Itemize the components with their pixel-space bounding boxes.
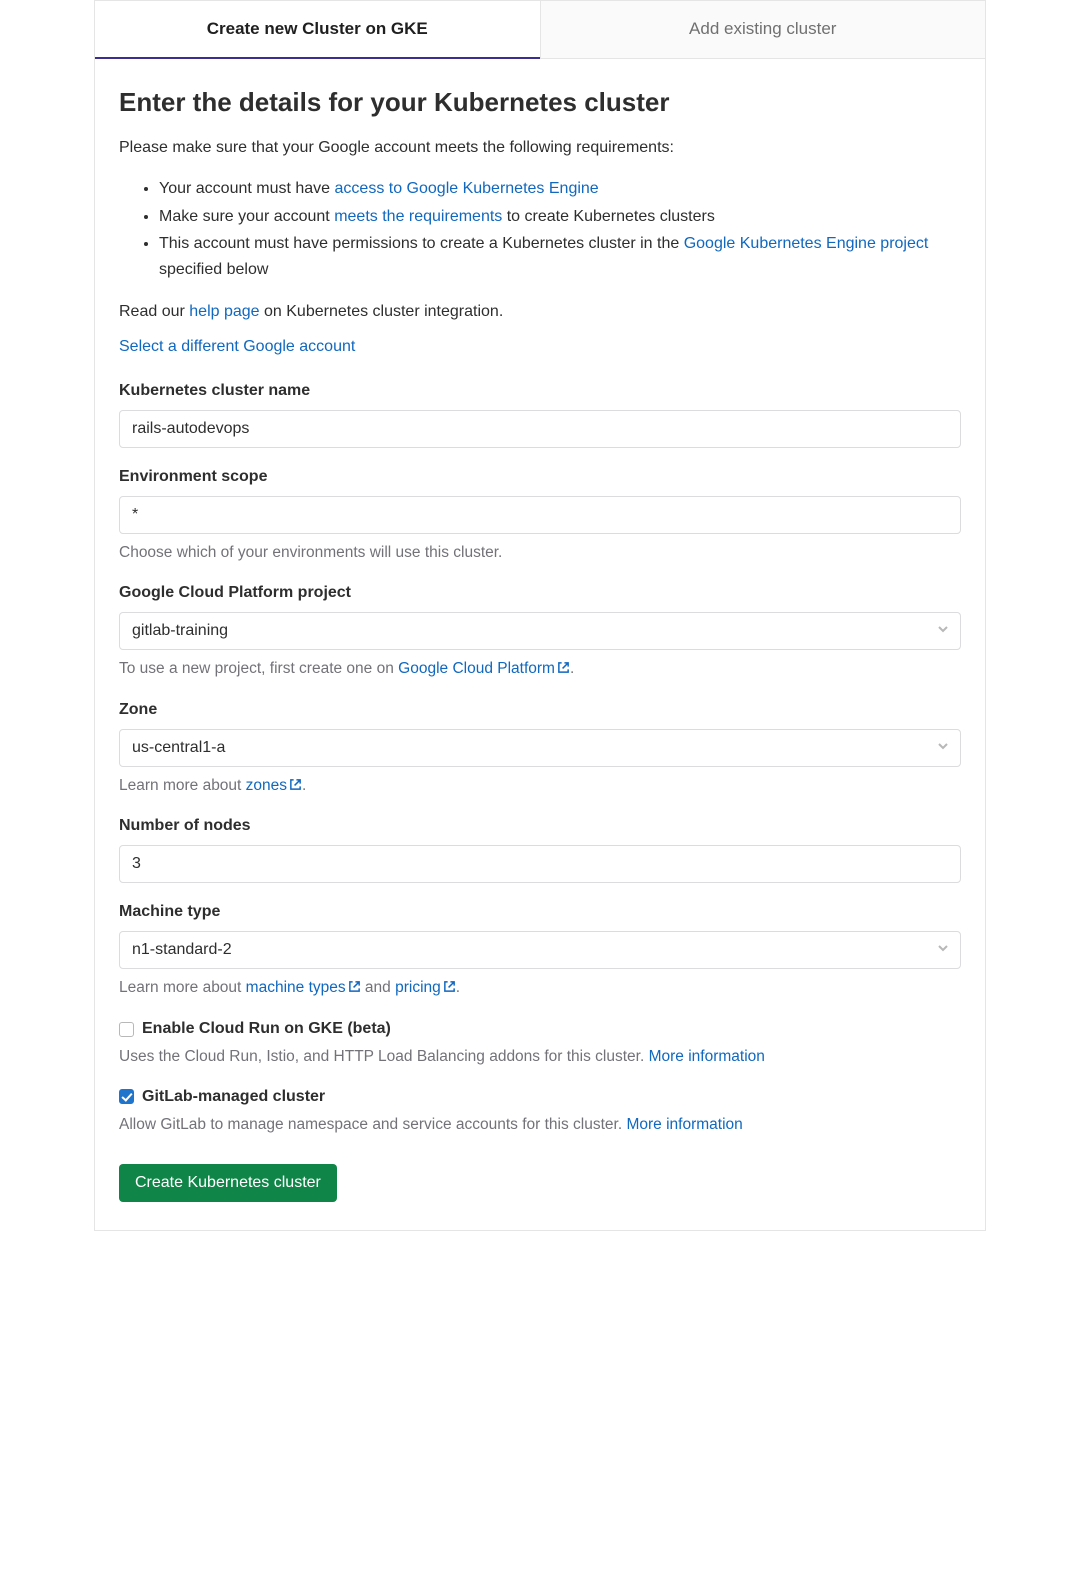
gitlab-managed-checkbox[interactable] [119, 1089, 134, 1104]
read-help: Read our help page on Kubernetes cluster… [119, 300, 961, 324]
machine-type-help: Learn more about machine types and prici… [119, 977, 961, 1000]
field-machine-type: Machine type n1-standard-2 Learn more ab… [119, 903, 961, 1000]
machine-type-label: Machine type [119, 903, 961, 921]
field-enable-cloud-run: Enable Cloud Run on GKE (beta) Uses the … [119, 1020, 961, 1068]
text: Allow GitLab to manage namespace and ser… [119, 1116, 626, 1133]
text: . [570, 660, 574, 677]
req-text: specified below [159, 261, 268, 278]
enable-cloud-run-label: Enable Cloud Run on GKE (beta) [142, 1020, 391, 1038]
text: Learn more about [119, 777, 246, 794]
external-link-icon [557, 659, 570, 681]
kubernetes-cluster-form: Create new Cluster on GKE Add existing c… [94, 0, 986, 1231]
cluster-name-input[interactable] [119, 410, 961, 448]
field-gcp-project: Google Cloud Platform project gitlab-tra… [119, 584, 961, 681]
enable-cloud-run-checkbox[interactable] [119, 1022, 134, 1037]
intro-text: Please make sure that your Google accoun… [119, 136, 961, 160]
pricing-link[interactable]: pricing [395, 979, 456, 996]
external-link-icon [348, 978, 361, 1000]
select-account-row: Select a different Google account [119, 338, 961, 356]
text: on Kubernetes cluster integration. [260, 303, 504, 320]
create-cluster-button[interactable]: Create Kubernetes cluster [119, 1164, 337, 1202]
help-page-link[interactable]: help page [189, 303, 259, 320]
gke-project-link[interactable]: Google Kubernetes Engine project [684, 235, 929, 252]
tab-create-new-cluster[interactable]: Create new Cluster on GKE [95, 1, 540, 59]
field-environment-scope: Environment scope Choose which of your e… [119, 468, 961, 564]
form-content: Enter the details for your Kubernetes cl… [95, 59, 985, 1230]
number-of-nodes-input[interactable] [119, 845, 961, 883]
gitlab-managed-help: Allow GitLab to manage namespace and ser… [119, 1114, 961, 1136]
tab-add-existing-cluster[interactable]: Add existing cluster [540, 1, 986, 59]
gitlab-managed-more-info-link[interactable]: More information [626, 1116, 742, 1133]
number-of-nodes-label: Number of nodes [119, 817, 961, 835]
list-item: Make sure your account meets the require… [159, 204, 961, 230]
text: To use a new project, first create one o… [119, 660, 398, 677]
gke-access-link[interactable]: access to Google Kubernetes Engine [335, 180, 599, 197]
environment-scope-input[interactable] [119, 496, 961, 534]
machine-types-link[interactable]: machine types [246, 979, 361, 996]
requirements-list: Your account must have access to Google … [119, 176, 961, 282]
external-link-icon [443, 978, 456, 1000]
text: Read our [119, 303, 189, 320]
zone-select[interactable]: us-central1-a [119, 729, 961, 767]
gcp-platform-link[interactable]: Google Cloud Platform [398, 660, 570, 677]
text: . [456, 979, 460, 996]
cluster-name-label: Kubernetes cluster name [119, 382, 961, 400]
req-text: to create Kubernetes clusters [502, 208, 715, 225]
zones-link[interactable]: zones [246, 777, 302, 794]
select-different-account-link[interactable]: Select a different Google account [119, 338, 355, 355]
machine-type-select[interactable]: n1-standard-2 [119, 931, 961, 969]
req-text: This account must have permissions to cr… [159, 235, 684, 252]
gcp-project-select[interactable]: gitlab-training [119, 612, 961, 650]
environment-scope-label: Environment scope [119, 468, 961, 486]
field-zone: Zone us-central1-a Learn more about zone… [119, 701, 961, 798]
field-number-of-nodes: Number of nodes [119, 817, 961, 883]
tabs: Create new Cluster on GKE Add existing c… [95, 1, 985, 59]
zone-label: Zone [119, 701, 961, 719]
text: . [302, 777, 306, 794]
text: Uses the Cloud Run, Istio, and HTTP Load… [119, 1048, 649, 1065]
req-text: Your account must have [159, 180, 335, 197]
page-title: Enter the details for your Kubernetes cl… [119, 87, 961, 118]
gitlab-managed-label: GitLab-managed cluster [142, 1088, 325, 1106]
field-gitlab-managed: GitLab-managed cluster Allow GitLab to m… [119, 1088, 961, 1136]
cloud-run-more-info-link[interactable]: More information [649, 1048, 765, 1065]
gcp-project-label: Google Cloud Platform project [119, 584, 961, 602]
zone-help: Learn more about zones. [119, 775, 961, 798]
req-text: Make sure your account [159, 208, 334, 225]
external-link-icon [289, 776, 302, 798]
field-cluster-name: Kubernetes cluster name [119, 382, 961, 448]
gcp-project-help: To use a new project, first create one o… [119, 658, 961, 681]
enable-cloud-run-help: Uses the Cloud Run, Istio, and HTTP Load… [119, 1046, 961, 1068]
requirements-link[interactable]: meets the requirements [334, 208, 502, 225]
environment-scope-help: Choose which of your environments will u… [119, 542, 961, 564]
text: Learn more about [119, 979, 246, 996]
text: and [361, 979, 395, 996]
list-item: This account must have permissions to cr… [159, 231, 961, 282]
list-item: Your account must have access to Google … [159, 176, 961, 202]
